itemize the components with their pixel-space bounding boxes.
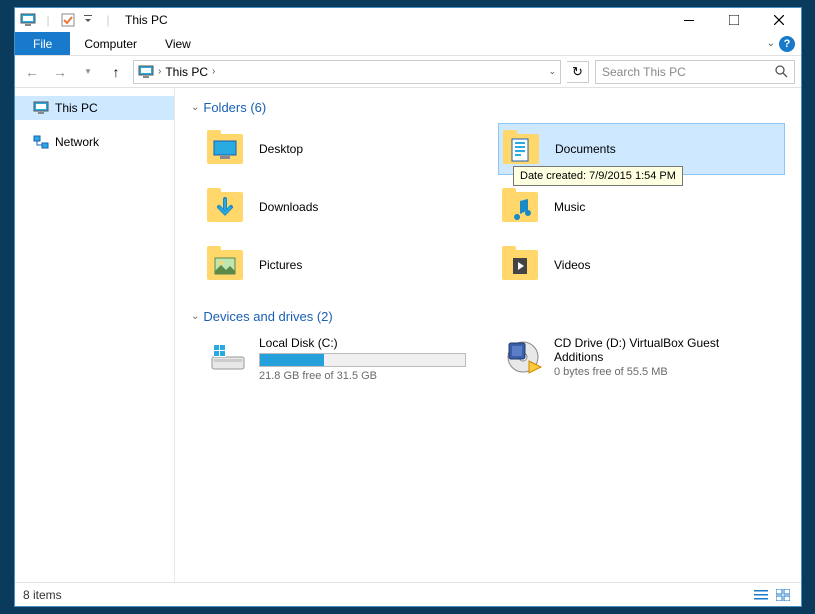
drive-grid: Local Disk (C:) 21.8 GB free of 31.5 GB … — [191, 332, 785, 386]
navigation-pane: This PC Network — [15, 88, 175, 582]
drive-info: CD Drive (D:) VirtualBox Guest Additions… — [554, 336, 781, 382]
folder-label: Desktop — [259, 142, 303, 156]
drive-info: Local Disk (C:) 21.8 GB free of 31.5 GB — [259, 336, 486, 382]
tooltip: Date created: 7/9/2015 1:54 PM — [513, 166, 683, 186]
sidebar-item-network[interactable]: Network — [15, 130, 174, 154]
pictures-icon — [207, 244, 249, 286]
content-area[interactable]: ⌄ Folders (6) Desktop Documents Download… — [175, 88, 801, 582]
help-icon[interactable]: ? — [779, 36, 795, 52]
drive-free-text: 21.8 GB free of 31.5 GB — [259, 370, 466, 382]
folder-desktop[interactable]: Desktop — [203, 123, 490, 175]
up-button[interactable]: ↑ — [105, 61, 127, 83]
folder-label: Videos — [554, 258, 590, 272]
tooltip-text: Date created: 7/9/2015 1:54 PM — [520, 170, 676, 182]
downloads-icon — [207, 186, 249, 228]
status-text: 8 items — [23, 588, 62, 602]
explorer-window: | | This PC File Computer View ⌄ ? ← → ▾… — [14, 7, 802, 607]
breadcrumb-chevron-icon[interactable]: › — [208, 66, 219, 77]
group-header-drives[interactable]: ⌄ Devices and drives (2) — [191, 309, 785, 324]
titlebar: | | This PC — [15, 8, 801, 32]
drive-label: Local Disk (C:) — [259, 336, 466, 350]
folder-downloads[interactable]: Downloads — [203, 181, 490, 233]
music-icon — [502, 186, 544, 228]
properties-icon[interactable] — [59, 11, 77, 29]
sidebar-item-label: This PC — [55, 101, 98, 115]
documents-icon — [503, 128, 545, 170]
view-switcher — [751, 586, 793, 604]
minimize-button[interactable] — [666, 9, 711, 31]
address-bar[interactable]: › This PC › ⌄ — [133, 60, 561, 84]
tab-view[interactable]: View — [151, 32, 205, 55]
folder-label: Music — [554, 200, 585, 214]
this-pc-icon — [33, 100, 49, 116]
ribbon: File Computer View ⌄ ? — [15, 32, 801, 56]
group-header-folders[interactable]: ⌄ Folders (6) — [191, 100, 785, 115]
videos-icon — [502, 244, 544, 286]
folder-label: Pictures — [259, 258, 302, 272]
quick-access-toolbar: | | — [15, 11, 117, 29]
ribbon-collapse-icon[interactable]: ⌄ — [767, 38, 775, 49]
window-title: This PC — [125, 13, 168, 27]
qat-dropdown-icon[interactable] — [79, 11, 97, 29]
forward-button[interactable]: → — [49, 61, 71, 83]
qat-separator: | — [39, 11, 57, 29]
ribbon-help: ⌄ ? — [767, 32, 801, 55]
maximize-button[interactable] — [711, 9, 756, 31]
sidebar-item-label: Network — [55, 135, 99, 149]
folder-music[interactable]: Music — [498, 181, 785, 233]
drive-cd-d[interactable]: CD Drive (D:) VirtualBox Guest Additions… — [498, 332, 785, 386]
qat-separator: | — [99, 11, 117, 29]
folder-label: Downloads — [259, 200, 318, 214]
status-bar: 8 items — [15, 582, 801, 606]
group-header-label: Devices and drives (2) — [203, 309, 332, 324]
details-view-button[interactable] — [751, 586, 771, 604]
address-icon — [138, 64, 154, 80]
this-pc-icon — [19, 11, 37, 29]
search-input[interactable]: Search This PC — [595, 60, 795, 84]
breadcrumb-chevron-icon[interactable]: › — [154, 66, 165, 77]
sidebar-item-this-pc[interactable]: This PC — [15, 96, 174, 120]
drive-label: CD Drive (D:) VirtualBox Guest Additions — [554, 336, 761, 364]
search-placeholder: Search This PC — [602, 65, 686, 79]
capacity-bar — [259, 353, 466, 367]
body: This PC Network ⌄ Folders (6) Desktop — [15, 88, 801, 582]
refresh-button[interactable]: ↻ — [567, 61, 589, 83]
back-button[interactable]: ← — [21, 61, 43, 83]
address-dropdown-icon[interactable]: ⌄ — [548, 66, 556, 77]
hard-drive-icon — [207, 336, 249, 378]
close-button[interactable] — [756, 9, 801, 31]
network-icon — [33, 134, 49, 150]
folder-grid: Desktop Documents Downloads Music Pictur… — [191, 123, 785, 291]
breadcrumb-segment[interactable]: This PC — [165, 65, 208, 79]
collapse-icon[interactable]: ⌄ — [191, 311, 199, 322]
cd-drive-icon — [502, 336, 544, 378]
large-icons-view-button[interactable] — [773, 586, 793, 604]
folder-pictures[interactable]: Pictures — [203, 239, 490, 291]
drive-local-c[interactable]: Local Disk (C:) 21.8 GB free of 31.5 GB — [203, 332, 490, 386]
group-header-label: Folders (6) — [203, 100, 266, 115]
drive-free-text: 0 bytes free of 55.5 MB — [554, 366, 761, 378]
recent-locations-icon[interactable]: ▾ — [77, 61, 99, 83]
file-menu[interactable]: File — [15, 32, 70, 55]
tab-computer[interactable]: Computer — [70, 32, 151, 55]
collapse-icon[interactable]: ⌄ — [191, 102, 199, 113]
desktop-icon — [207, 128, 249, 170]
search-icon[interactable] — [775, 65, 788, 78]
navigation-bar: ← → ▾ ↑ › This PC › ⌄ ↻ Search This PC — [15, 56, 801, 88]
folder-label: Documents — [555, 142, 616, 156]
window-controls — [666, 9, 801, 31]
folder-videos[interactable]: Videos — [498, 239, 785, 291]
